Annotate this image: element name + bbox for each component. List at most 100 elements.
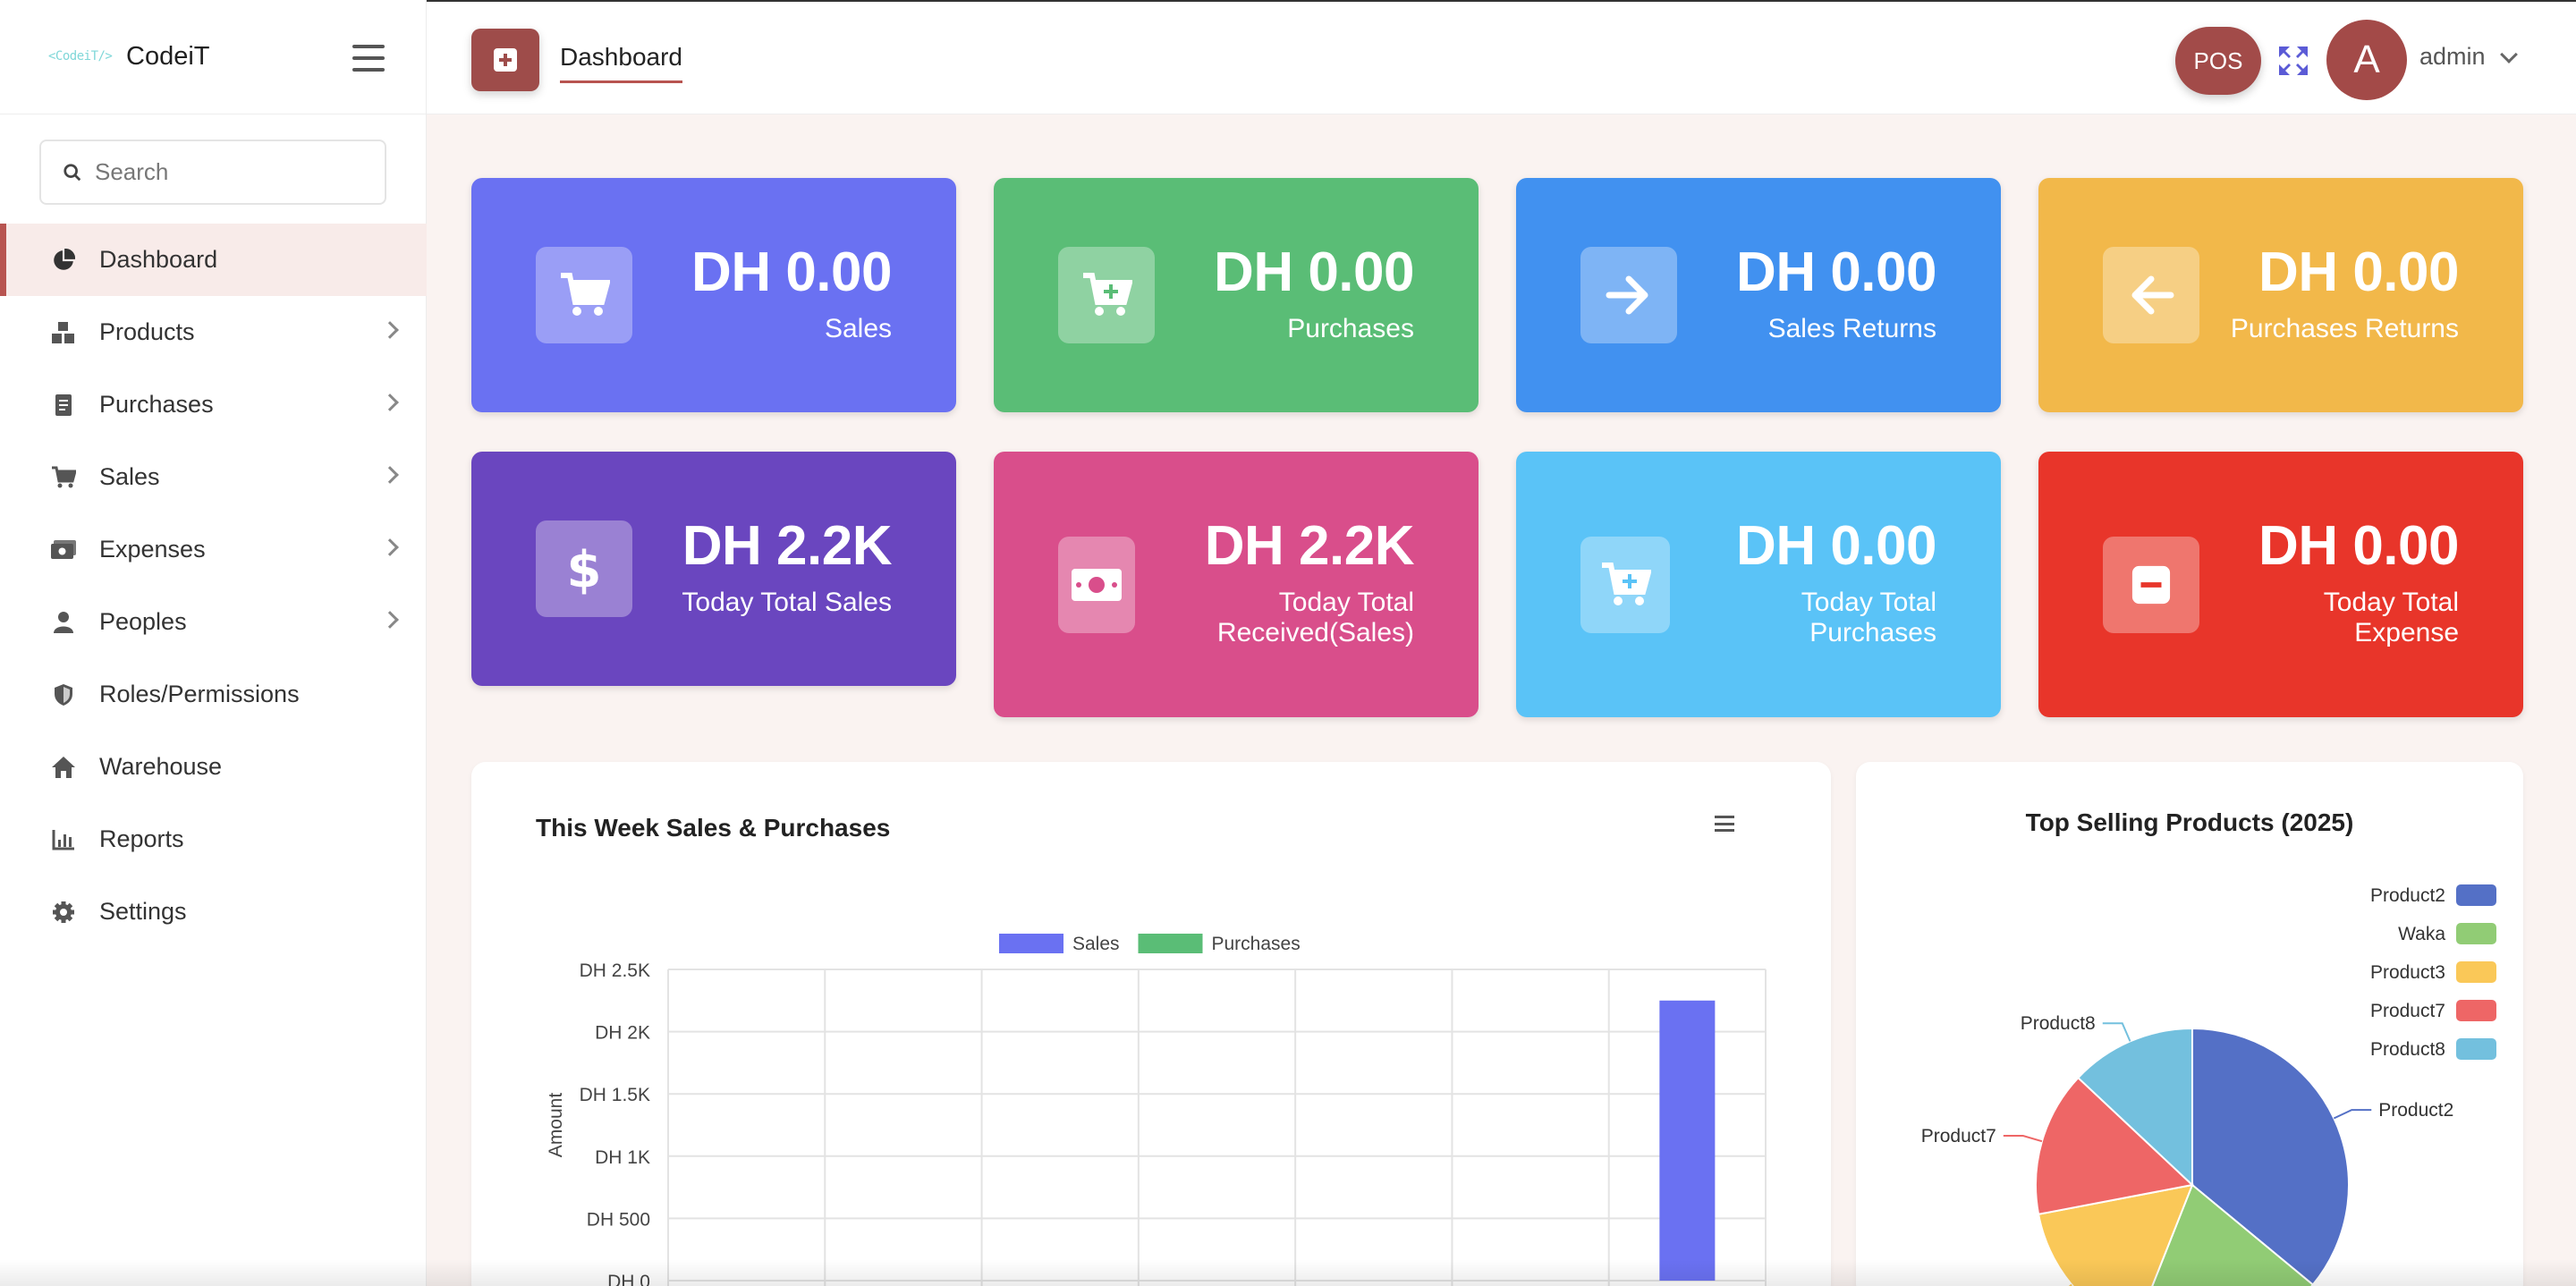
sidebar-item-label: Warehouse: [99, 753, 223, 780]
sidebar-item-label: Dashboard: [99, 246, 218, 273]
menu-toggle-icon[interactable]: [352, 45, 385, 72]
sidebar-item-label: Products: [99, 318, 195, 345]
y-tick-label: DH 500: [587, 1209, 650, 1230]
search-icon: [64, 163, 81, 181]
sidebar-item-dashboard[interactable]: Dashboard: [0, 224, 427, 296]
pie-leader-line: [2003, 1135, 2043, 1143]
user-icon: [50, 609, 77, 636]
sidebar-item-purchases[interactable]: Purchases: [0, 368, 427, 441]
tab-dashboard[interactable]: Dashboard: [560, 43, 682, 83]
sidebar-item-label: Expenses: [99, 536, 206, 563]
pie-leader-line: [2102, 1022, 2131, 1042]
legend-swatch: [999, 934, 1063, 953]
legend-label: Waka: [2398, 924, 2445, 944]
sidebar-item-label: Settings: [99, 898, 187, 925]
stat-card-today-total-received[interactable]: DH 2.2K Today Total Received(Sales): [994, 452, 1479, 717]
boxes-icon: [50, 319, 77, 346]
legend-label: Purchases: [1212, 934, 1301, 954]
stat-card-purchases[interactable]: DH 0.00 Purchases: [994, 178, 1479, 412]
sales-purchases-panel: This Week Sales & Purchases Sales Purchas…: [471, 762, 1831, 1286]
stat-value: DH 0.00: [2258, 241, 2459, 303]
y-tick-label: DH 1.5K: [580, 1085, 650, 1105]
receipt-icon: [50, 392, 77, 419]
sidebar-nav: Dashboard Products Purchases Sales Expen…: [0, 224, 427, 948]
stat-card-today-total-expense[interactable]: DH 0.00 Today Total Expense: [2038, 452, 2523, 717]
chevron-right-icon: [381, 393, 399, 411]
stat-label: Today Total Received(Sales): [1216, 588, 1414, 647]
pie-chart-icon: [50, 247, 77, 274]
cart-plus-icon: [1580, 537, 1670, 633]
chevron-down-icon[interactable]: [2500, 46, 2518, 63]
legend-label: Product2: [2370, 885, 2445, 906]
sidebar-item-roles-permissions[interactable]: Roles/Permissions: [0, 658, 427, 731]
bar-chart-icon: [50, 826, 77, 853]
stat-value: DH 2.2K: [1204, 515, 1415, 577]
sidebar-item-label: Peoples: [99, 608, 187, 635]
sidebar-item-products[interactable]: Products: [0, 296, 427, 368]
legend-swatch: [2456, 884, 2496, 906]
chevron-right-icon: [381, 538, 399, 556]
stat-value: DH 0.00: [1736, 241, 1936, 303]
top-header: Dashboard POS A admin: [427, 0, 2576, 114]
sidebar-item-settings[interactable]: Settings: [0, 876, 427, 948]
sidebar-item-expenses[interactable]: Expenses: [0, 513, 427, 586]
legend-swatch: [2456, 961, 2496, 983]
fullscreen-icon[interactable]: [2277, 45, 2309, 77]
stat-card-purchases-returns[interactable]: DH 0.00 Purchases Returns: [2038, 178, 2523, 412]
pie-slice-label: Product8: [2021, 1013, 2096, 1034]
new-tab-button[interactable]: [471, 29, 539, 91]
sidebar-item-peoples[interactable]: Peoples: [0, 586, 427, 658]
y-tick-label: DH 2.5K: [580, 960, 650, 981]
avatar[interactable]: A: [2326, 20, 2407, 100]
stat-card-sales-returns[interactable]: DH 0.00 Sales Returns: [1516, 178, 2001, 412]
stat-value: DH 0.00: [2258, 515, 2459, 577]
stat-label: Sales Returns: [1767, 314, 1936, 343]
stat-value: DH 0.00: [1736, 515, 1936, 577]
sidebar-item-reports[interactable]: Reports: [0, 803, 427, 876]
cart-icon: [50, 464, 77, 491]
pie-chart: Product2 Waka Product3 Product7 Product8 Prod…: [1921, 884, 2496, 1286]
stat-label: Today Total Purchases: [1801, 588, 1936, 647]
home-icon: [50, 754, 77, 781]
chevron-right-icon: [381, 611, 399, 629]
bar-sales: [1659, 1000, 1716, 1281]
sidebar-item-label: Sales: [99, 463, 160, 490]
legend-label: Product8: [2370, 1039, 2445, 1060]
stat-label: Purchases Returns: [2230, 314, 2459, 343]
stat-label: Today Total Sales: [682, 588, 892, 617]
sidebar: <CodeiT/> CodeiT Search Dashboard Produc…: [0, 0, 427, 1286]
legend-swatch: [2456, 1000, 2496, 1021]
stat-card-today-total-sales[interactable]: $ DH 2.2K Today Total Sales: [471, 452, 956, 686]
legend-swatch: [2456, 923, 2496, 944]
stat-label: Purchases: [1287, 314, 1414, 343]
chevron-right-icon: [381, 321, 399, 339]
pie-slice-label: Product2: [2378, 1100, 2453, 1121]
stat-card-sales[interactable]: DH 0.00 Sales: [471, 178, 956, 412]
y-tick-label: DH 2K: [595, 1023, 650, 1044]
legend-label: Product7: [2370, 1001, 2445, 1021]
stat-card-today-total-purchases[interactable]: DH 0.00 Today Total Purchases: [1516, 452, 2001, 717]
top-selling-panel: Top Selling Products (2025) Product2 Waka…: [1856, 762, 2523, 1286]
sidebar-item-sales[interactable]: Sales: [0, 441, 427, 513]
shield-icon: [50, 681, 77, 708]
legend-swatch: [1138, 934, 1203, 953]
pos-button[interactable]: POS: [2175, 27, 2261, 95]
sidebar-item-label: Reports: [99, 825, 184, 852]
y-tick-label: DH 0: [607, 1272, 650, 1286]
legend-swatch: [2456, 1038, 2496, 1060]
sidebar-item-warehouse[interactable]: Warehouse: [0, 731, 427, 803]
minus-icon: [2103, 537, 2199, 633]
legend-label: Sales: [1072, 934, 1120, 954]
stat-value: DH 0.00: [691, 241, 892, 303]
stat-value: DH 2.2K: [682, 515, 893, 577]
y-tick-label: DH 1K: [595, 1147, 650, 1168]
search-input[interactable]: Search: [39, 140, 386, 205]
money-icon: [50, 537, 77, 563]
user-menu[interactable]: admin: [2419, 43, 2486, 71]
brand-logo[interactable]: <CodeiT/>: [48, 49, 113, 65]
plus-square-icon: [494, 48, 517, 72]
gear-icon: [50, 899, 77, 926]
chevron-right-icon: [381, 466, 399, 484]
pie-slice-label: Product7: [1921, 1126, 1996, 1146]
brand-name[interactable]: CodeiT: [126, 42, 210, 72]
